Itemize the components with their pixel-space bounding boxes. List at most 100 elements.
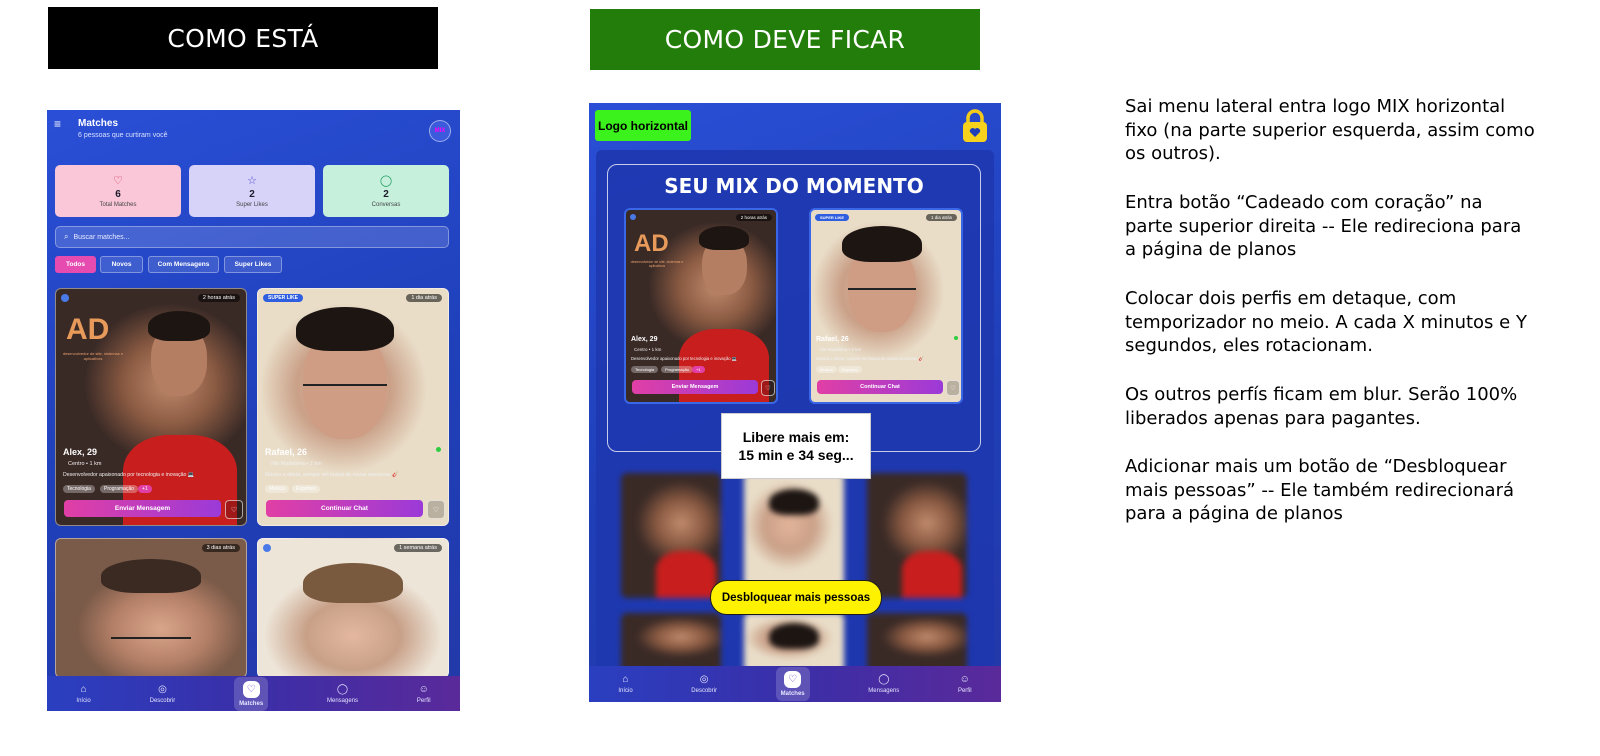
hamburger-icon[interactable]: ≡ (54, 118, 61, 130)
super-like-badge: SUPER LIKE (263, 294, 304, 302)
interest-tag: Música (265, 485, 289, 493)
time-badge: 3 dias atrás (201, 544, 240, 552)
time-badge: 2 horas atrás (735, 214, 772, 221)
logo-placeholder-text: Logo horizontal (598, 118, 688, 133)
nav-descobrir[interactable]: ◎ Descobrir (691, 674, 717, 694)
stat-label: Conversas (371, 201, 401, 208)
avatar[interactable]: MIX (429, 120, 451, 142)
featured-card-alex[interactable]: AD desenvolvedor de site, sistemas e apl… (624, 208, 778, 404)
send-message-button[interactable]: Enviar Mensagem (632, 380, 758, 394)
nav-perfil[interactable]: ☺ Perfil (417, 684, 431, 704)
stat-conversations: ◯ 2 Conversas (323, 165, 449, 217)
blurred-profile (867, 473, 967, 598)
match-card-rafael[interactable]: SUPER LIKE 1 dia atrás Rafael, 26 Vila M… (257, 288, 449, 526)
current-state-label: COMO ESTÁ (48, 7, 438, 69)
heart-icon: ♡ (113, 174, 123, 187)
chat-icon: ◯ (336, 683, 349, 695)
verified-icon (263, 544, 271, 552)
section-title: SEU MIX DO MOMENTO (664, 174, 924, 198)
interest-tag: Programação (100, 485, 139, 493)
avatar-text: MIX (434, 128, 446, 134)
nav-label: Início (76, 697, 91, 704)
home-icon: ⌂ (80, 683, 87, 695)
match-card-4[interactable]: 1 semana atrás (257, 538, 449, 678)
nav-inicio[interactable]: ⌂ Início (618, 674, 632, 694)
blurred-profile (744, 613, 844, 673)
stat-value: 2 (383, 188, 389, 200)
logo-horizontal[interactable]: Logo horizontal (595, 110, 691, 141)
unlock-more-button[interactable]: Desbloquear mais pessoas (710, 580, 882, 615)
header-subtitle: 6 pessoas que curtiram você (78, 132, 168, 139)
filter-todos[interactable]: Todos (55, 256, 96, 273)
filter-label: Novos (111, 261, 132, 268)
nav-label: Matches (780, 691, 805, 697)
stat-label: Super Likes (236, 201, 268, 208)
continue-chat-button[interactable]: Continuar Chat (266, 500, 423, 517)
photo-hair (769, 623, 819, 649)
interest-tag: +1 (692, 366, 705, 373)
nav-mensagens[interactable]: ◯ Mensagens (327, 684, 358, 704)
profile-location: Vila Madalena • 2 km (270, 461, 322, 467)
heart-button[interactable]: ♡ (946, 380, 960, 396)
star-icon: ☆ (247, 174, 257, 187)
nav-perfil[interactable]: ☺ Perfil (958, 674, 972, 694)
interest-tag: Música (816, 366, 837, 373)
time-badge: 2 horas atrás (197, 294, 240, 302)
time-badge: 1 semana atrás (394, 544, 442, 552)
padlock-heart-icon[interactable] (961, 109, 989, 143)
instruction-1: Sai menu lateral entra logo MIX horizont… (1125, 96, 1535, 164)
match-card-3[interactable]: 3 dias atrás (55, 538, 247, 678)
button-label: Continuar Chat (321, 505, 368, 512)
interest-tag: Esportes (292, 485, 320, 493)
nav-matches[interactable]: ♡ Matches (234, 676, 269, 711)
rotation-timer: Libere mais em: 15 min e 34 seg... (721, 413, 871, 479)
filter-novos[interactable]: Novos (100, 256, 143, 273)
profile-location: Centro • 1 km (634, 347, 662, 352)
nav-descobrir[interactable]: ◎ Descobrir (150, 684, 176, 704)
ad-logo: AD (66, 313, 110, 346)
photo-hair (769, 489, 819, 515)
stat-super-likes: ☆ 2 Super Likes (189, 165, 315, 217)
filter-super-likes[interactable]: Super Likes (224, 256, 282, 273)
nav-mensagens[interactable]: ◯ Mensagens (868, 674, 899, 694)
photo-shirt (902, 550, 962, 598)
target-app-screen: Logo horizontal SEU MIX DO MOMENTO AD de… (589, 103, 1001, 702)
filter-label: Super Likes (234, 261, 272, 268)
photo-hair (303, 563, 403, 603)
profile-bio: Desenvolvedor apaixonado por tecnologia … (63, 472, 195, 478)
profile-bio: Desenvolvedor apaixonado por tecnologia … (631, 356, 738, 361)
user-icon: ☺ (418, 683, 429, 695)
profile-name: Alex, 29 (631, 336, 658, 343)
current-app-screen: ≡ Matches 6 pessoas que curtiram você MI… (47, 110, 460, 711)
continue-chat-button[interactable]: Continuar Chat (817, 380, 943, 394)
online-dot (954, 336, 958, 340)
photo-hair (101, 559, 201, 593)
send-message-button[interactable]: Enviar Mensagem (64, 500, 221, 517)
timer-line-2: 15 min e 34 seg... (738, 447, 854, 463)
blurred-profile (867, 613, 967, 673)
heart-button[interactable]: ♡ (761, 380, 775, 396)
profile-name: Alex, 29 (63, 447, 98, 457)
nav-label: Início (618, 688, 633, 694)
nav-inicio[interactable]: ⌂ Início (76, 684, 90, 704)
nav-label: Mensagens (868, 688, 900, 694)
button-label: Continuar Chat (860, 384, 900, 390)
match-card-alex[interactable]: AD desenvolvedor de site, sistemas e apl… (55, 288, 247, 526)
photo-hair (296, 307, 394, 351)
photo-glasses (111, 637, 191, 639)
blurred-profile (621, 473, 721, 598)
blurred-profile (621, 613, 721, 673)
profile-location: Centro • 1 km (68, 461, 102, 467)
filter-label: Com Mensagens (157, 261, 210, 268)
featured-card-rafael[interactable]: SUPER LIKE 1 dia atrás Rafael, 26 Vila M… (809, 208, 963, 404)
photo-shirt (656, 550, 716, 598)
heart-button[interactable]: ♡ (225, 500, 243, 519)
nav-matches[interactable]: ♡ Matches (775, 667, 810, 701)
search-input[interactable]: ⌕ Buscar matches... (55, 226, 449, 248)
interest-tag: Tecnologia (63, 485, 95, 493)
nav-label: Descobrir (691, 688, 717, 694)
heart-button[interactable]: ♡ (427, 500, 445, 519)
compass-icon: ◎ (158, 683, 167, 695)
nav-label: Perfil (957, 688, 972, 694)
filter-com-mensagens[interactable]: Com Mensagens (148, 256, 219, 273)
